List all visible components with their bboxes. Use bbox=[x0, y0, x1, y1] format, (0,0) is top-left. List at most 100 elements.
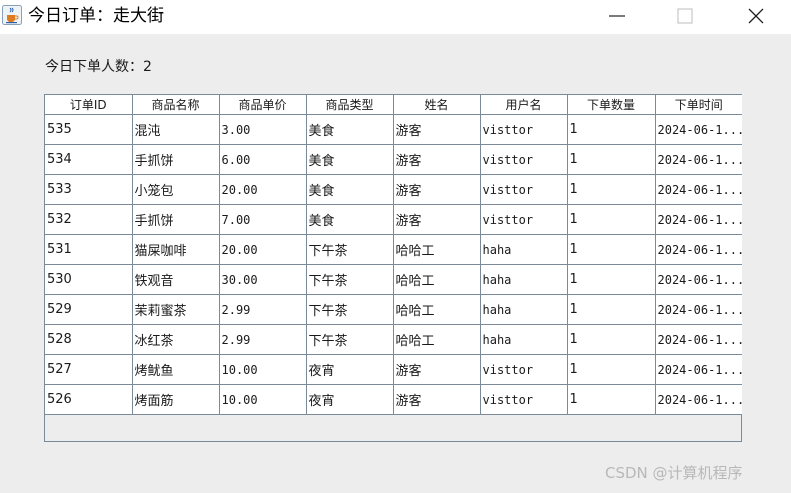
table-cell[interactable]: visttor bbox=[480, 144, 568, 175]
table-cell[interactable]: 2024-06-1... bbox=[655, 324, 742, 355]
table-cell[interactable]: 混沌 bbox=[132, 114, 220, 145]
table-cell[interactable]: visttor bbox=[480, 354, 568, 385]
table-cell[interactable]: 531 bbox=[45, 234, 133, 265]
table-cell[interactable]: visttor bbox=[480, 204, 568, 235]
table-cell[interactable]: haha bbox=[480, 264, 568, 295]
table-cell[interactable]: 手抓饼 bbox=[132, 204, 220, 235]
table-cell[interactable]: 528 bbox=[45, 324, 133, 355]
table-cell[interactable]: 6.00 bbox=[219, 144, 307, 175]
table-cell[interactable]: 526 bbox=[45, 384, 133, 415]
table-cell[interactable]: 游客 bbox=[393, 384, 481, 415]
table-cell[interactable]: 铁观音 bbox=[132, 264, 220, 295]
table-cell[interactable]: 下午茶 bbox=[306, 294, 394, 325]
table-cell[interactable]: visttor bbox=[480, 114, 568, 145]
table-cell[interactable]: 530 bbox=[45, 264, 133, 295]
table-cell[interactable]: 游客 bbox=[393, 174, 481, 205]
table-cell[interactable]: 7.00 bbox=[219, 204, 307, 235]
table-cell[interactable]: 哈哈工 bbox=[393, 234, 481, 265]
table-row[interactable]: 531 猫屎咖啡 20.00 下午茶 哈哈工 haha 1 2024-06-1.… bbox=[45, 234, 742, 265]
table-cell[interactable]: 535 bbox=[45, 114, 133, 145]
table-cell[interactable]: 哈哈工 bbox=[393, 264, 481, 295]
table-cell[interactable]: 哈哈工 bbox=[393, 324, 481, 355]
title-bar[interactable]: 今日订单：走大街 bbox=[0, 0, 791, 34]
table-cell[interactable]: 2024-06-1... bbox=[655, 144, 742, 175]
minimize-button[interactable] bbox=[594, 0, 640, 32]
maximize-button[interactable] bbox=[662, 0, 708, 32]
table-cell[interactable]: 2024-06-1... bbox=[655, 294, 742, 325]
table-row[interactable]: 535 混沌 3.00 美食 游客 visttor 1 2024-06-1... bbox=[45, 114, 742, 145]
column-header[interactable]: 商品类型 bbox=[306, 95, 394, 115]
table-cell[interactable]: 1 bbox=[567, 114, 656, 145]
table-cell[interactable]: 冰红茶 bbox=[132, 324, 220, 355]
table-row[interactable]: 534 手抓饼 6.00 美食 游客 visttor 1 2024-06-1..… bbox=[45, 144, 742, 175]
table-cell[interactable]: 1 bbox=[567, 174, 656, 205]
table-cell[interactable]: 1 bbox=[567, 354, 656, 385]
table-cell[interactable]: 美食 bbox=[306, 174, 394, 205]
table-cell[interactable]: 游客 bbox=[393, 204, 481, 235]
table-cell[interactable]: 1 bbox=[567, 264, 656, 295]
table-row[interactable]: 529 茉莉蜜茶 2.99 下午茶 哈哈工 haha 1 2024-06-1..… bbox=[45, 294, 742, 325]
table-cell[interactable]: 游客 bbox=[393, 354, 481, 385]
table-cell[interactable]: 533 bbox=[45, 174, 133, 205]
table-cell[interactable]: 美食 bbox=[306, 114, 394, 145]
table-cell[interactable]: 2.99 bbox=[219, 324, 307, 355]
table-cell[interactable]: 手抓饼 bbox=[132, 144, 220, 175]
table-row[interactable]: 528 冰红茶 2.99 下午茶 哈哈工 haha 1 2024-06-1... bbox=[45, 324, 742, 355]
table-cell[interactable]: 游客 bbox=[393, 144, 481, 175]
table-cell[interactable]: 3.00 bbox=[219, 114, 307, 145]
table-cell[interactable]: 游客 bbox=[393, 114, 481, 145]
table-cell[interactable]: 1 bbox=[567, 294, 656, 325]
table-cell[interactable]: 2.99 bbox=[219, 294, 307, 325]
table-cell[interactable]: 烤鱿鱼 bbox=[132, 354, 220, 385]
column-header[interactable]: 订单ID bbox=[45, 95, 133, 115]
table-cell[interactable]: 烤面筋 bbox=[132, 384, 220, 415]
table-cell[interactable]: 20.00 bbox=[219, 174, 307, 205]
column-header[interactable]: 商品名称 bbox=[132, 95, 220, 115]
table-cell[interactable]: 1 bbox=[567, 384, 656, 415]
table-cell[interactable]: visttor bbox=[480, 384, 568, 415]
table-cell[interactable]: 1 bbox=[567, 324, 656, 355]
table-row[interactable]: 526 烤面筋 10.00 夜宵 游客 visttor 1 2024-06-1.… bbox=[45, 384, 742, 415]
orders-table-panel[interactable]: 订单ID 商品名称 商品单价 商品类型 姓名 用户名 下单数量 下单时间 535… bbox=[44, 94, 742, 442]
table-cell[interactable]: haha bbox=[480, 234, 568, 265]
table-cell[interactable]: 2024-06-1... bbox=[655, 384, 742, 415]
table-cell[interactable]: 2024-06-1... bbox=[655, 114, 742, 145]
table-cell[interactable]: 2024-06-1... bbox=[655, 204, 742, 235]
table-cell[interactable]: 30.00 bbox=[219, 264, 307, 295]
column-header[interactable]: 下单时间 bbox=[655, 95, 742, 115]
table-cell[interactable]: 1 bbox=[567, 234, 656, 265]
table-cell[interactable]: 2024-06-1... bbox=[655, 354, 742, 385]
table-cell[interactable]: 猫屎咖啡 bbox=[132, 234, 220, 265]
table-cell[interactable]: 美食 bbox=[306, 144, 394, 175]
column-header[interactable]: 姓名 bbox=[393, 95, 481, 115]
table-cell[interactable]: 哈哈工 bbox=[393, 294, 481, 325]
table-cell[interactable]: 10.00 bbox=[219, 384, 307, 415]
table-cell[interactable]: 2024-06-1... bbox=[655, 174, 742, 205]
close-button[interactable] bbox=[733, 0, 779, 32]
table-cell[interactable]: 529 bbox=[45, 294, 133, 325]
table-cell[interactable]: 534 bbox=[45, 144, 133, 175]
table-cell[interactable]: 527 bbox=[45, 354, 133, 385]
table-cell[interactable]: 1 bbox=[567, 144, 656, 175]
table-cell[interactable]: 美食 bbox=[306, 204, 394, 235]
column-header[interactable]: 用户名 bbox=[480, 95, 568, 115]
table-row[interactable]: 532 手抓饼 7.00 美食 游客 visttor 1 2024-06-1..… bbox=[45, 204, 742, 235]
table-cell[interactable]: 茉莉蜜茶 bbox=[132, 294, 220, 325]
table-cell[interactable]: 夜宵 bbox=[306, 354, 394, 385]
table-cell[interactable]: 2024-06-1... bbox=[655, 234, 742, 265]
table-cell[interactable]: 1 bbox=[567, 204, 656, 235]
table-cell[interactable]: haha bbox=[480, 324, 568, 355]
table-cell[interactable]: 20.00 bbox=[219, 234, 307, 265]
table-cell[interactable]: haha bbox=[480, 294, 568, 325]
table-cell[interactable]: 下午茶 bbox=[306, 324, 394, 355]
table-row[interactable]: 527 烤鱿鱼 10.00 夜宵 游客 visttor 1 2024-06-1.… bbox=[45, 354, 742, 385]
table-cell[interactable]: 夜宵 bbox=[306, 384, 394, 415]
table-row[interactable]: 533 小笼包 20.00 美食 游客 visttor 1 2024-06-1.… bbox=[45, 174, 742, 205]
table-row[interactable]: 530 铁观音 30.00 下午茶 哈哈工 haha 1 2024-06-1..… bbox=[45, 264, 742, 295]
orders-table[interactable]: 订单ID 商品名称 商品单价 商品类型 姓名 用户名 下单数量 下单时间 535… bbox=[45, 95, 742, 415]
table-cell[interactable]: 下午茶 bbox=[306, 234, 394, 265]
column-header[interactable]: 下单数量 bbox=[567, 95, 656, 115]
table-cell[interactable]: visttor bbox=[480, 174, 568, 205]
table-cell[interactable]: 2024-06-1... bbox=[655, 264, 742, 295]
table-cell[interactable]: 下午茶 bbox=[306, 264, 394, 295]
